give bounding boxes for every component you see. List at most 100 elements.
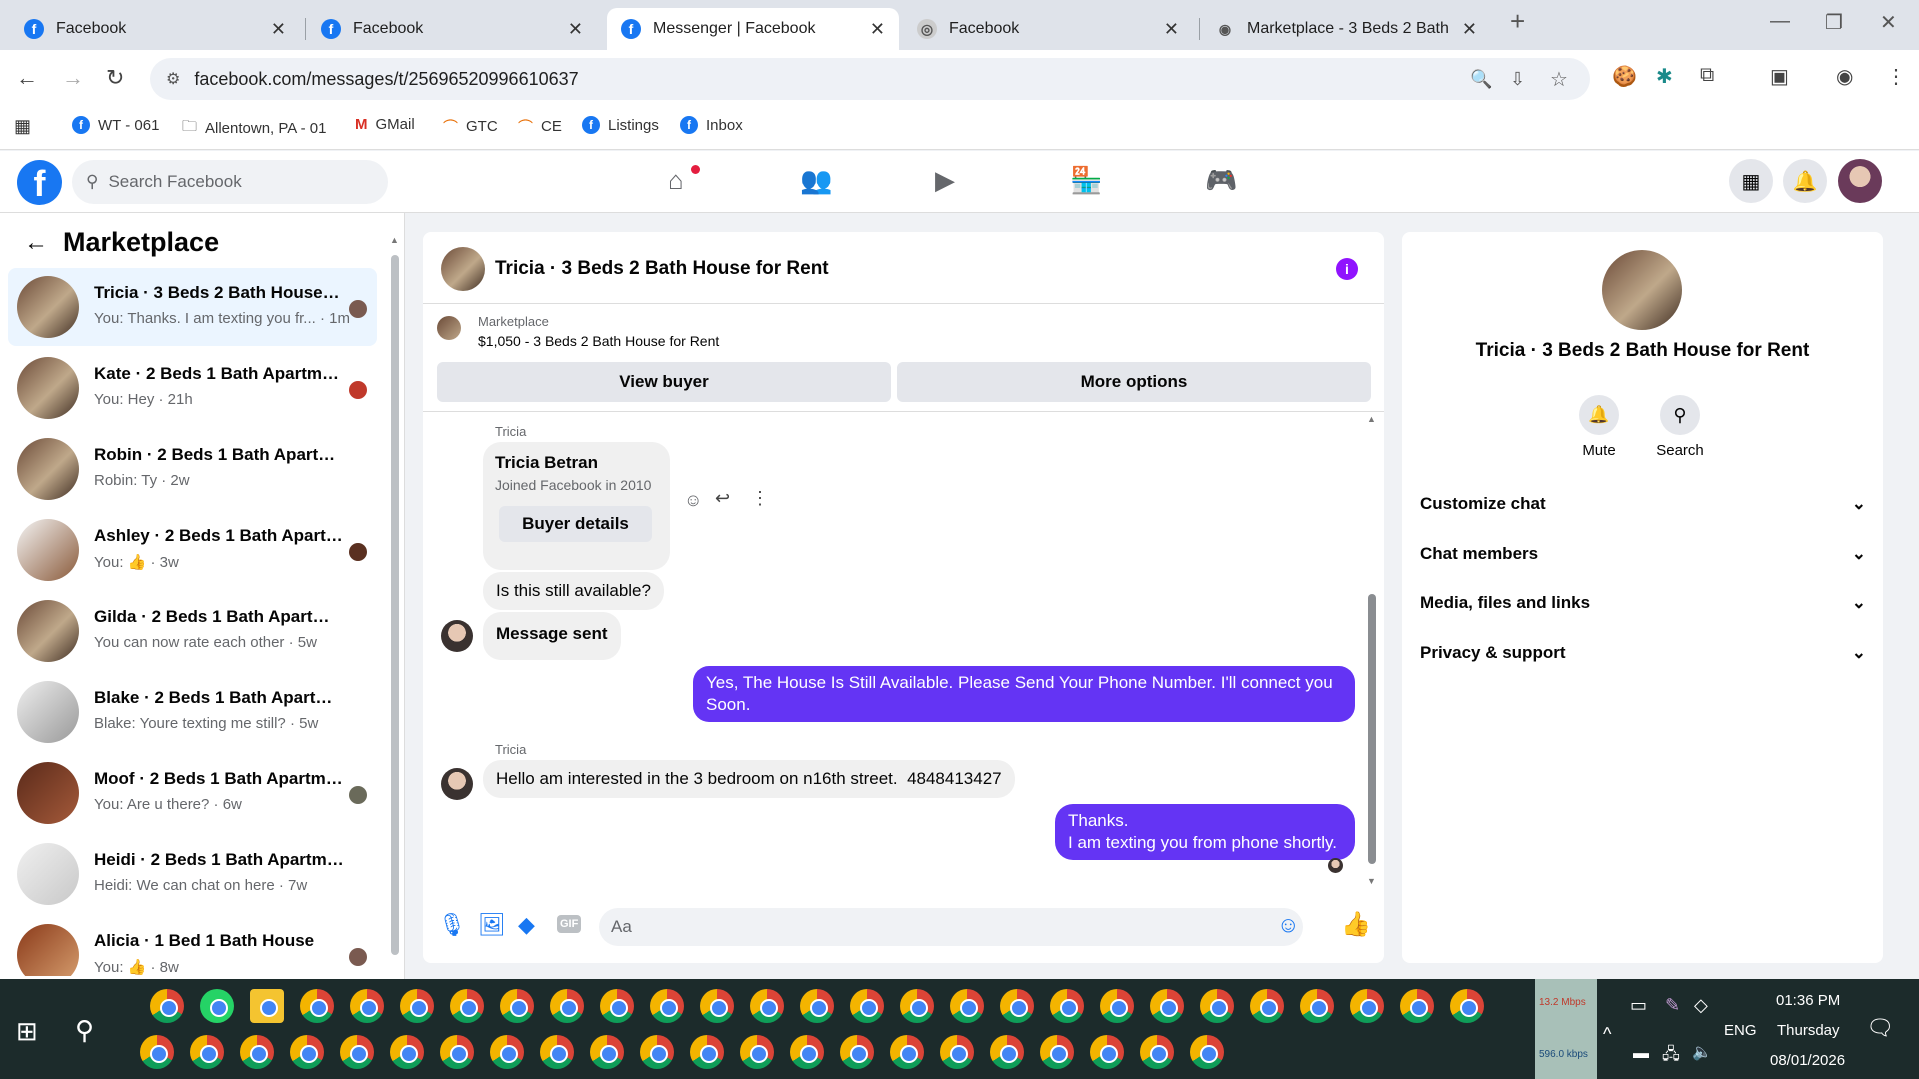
restore-icon[interactable]: ❐	[1825, 10, 1843, 35]
chrome-profile-app-icon[interactable]	[1090, 1035, 1124, 1069]
conversation-item[interactable]: Robin · 2 Beds 1 Bath Apartmen... Robin:…	[8, 430, 377, 508]
clock-day[interactable]: Thursday	[1777, 1022, 1840, 1039]
chat-title[interactable]: Tricia · 3 Beds 2 Bath House for Rent	[495, 258, 829, 280]
conversation-item[interactable]: Tricia · 3 Beds 2 Bath House f... You: T…	[8, 268, 377, 346]
dropbox-icon[interactable]: ◇	[1694, 995, 1708, 1016]
tab-close-icon[interactable]: ✕	[568, 19, 583, 40]
chrome-profile-app-icon[interactable]	[1200, 989, 1234, 1023]
back-arrow-icon[interactable]: ←	[24, 229, 48, 257]
list-scrollbar[interactable]: ▲	[390, 235, 399, 965]
chrome-profile-app-icon[interactable]	[750, 989, 784, 1023]
chrome-profile-app-icon[interactable]	[540, 1035, 574, 1069]
search-conversation-icon[interactable]: ⚲	[1660, 395, 1700, 435]
conversation-item[interactable]: Kate · 2 Beds 1 Bath Apartment You: Hey …	[8, 349, 377, 427]
notifications-bell-icon[interactable]: 🔔	[1783, 159, 1827, 203]
chrome-profile-app-icon[interactable]	[300, 989, 334, 1023]
marketplace-icon[interactable]: 🏪	[1070, 165, 1102, 196]
search-label[interactable]: Search	[1647, 442, 1713, 459]
chrome-profile-app-icon[interactable]	[1140, 1035, 1174, 1069]
conversation-item[interactable]: Heidi · 2 Beds 1 Bath Apartment Heidi: W…	[8, 835, 377, 913]
conversation-item[interactable]: Blake · 2 Beds 1 Bath Apartment... Blake…	[8, 673, 377, 751]
bookmark-item[interactable]: ⌒ GTC	[443, 116, 498, 137]
chrome-profile-app-icon[interactable]	[1190, 1035, 1224, 1069]
browser-tab[interactable]: ◉ Marketplace - 3 Beds 2 Bath Ho ✕	[1201, 8, 1491, 50]
chrome-profile-app-icon[interactable]	[900, 989, 934, 1023]
url-text[interactable]: facebook.com/messages/t/2569652099661063…	[194, 69, 578, 90]
chrome-profile-app-icon[interactable]	[700, 989, 734, 1023]
home-icon[interactable]: ⌂	[668, 165, 684, 196]
chrome-profile-app-icon[interactable]	[490, 1035, 524, 1069]
listing-avatar[interactable]	[441, 247, 485, 291]
friends-icon[interactable]: 👥	[800, 165, 832, 196]
battery-icon[interactable]: ▬	[1633, 1045, 1649, 1063]
chrome-profile-app-icon[interactable]	[1050, 989, 1084, 1023]
install-app-icon[interactable]: ⇩	[1510, 69, 1525, 90]
chrome-profile-app-icon[interactable]	[800, 989, 834, 1023]
chrome-profile-app-icon[interactable]	[690, 1035, 724, 1069]
bookmark-item[interactable]: ⌒ CE	[518, 116, 562, 137]
chrome-profile-app-icon[interactable]	[140, 1035, 174, 1069]
show-hidden-icons-chevron-icon[interactable]: ^	[1603, 1024, 1611, 1045]
attach-photo-icon[interactable]: 🖼	[478, 912, 506, 938]
whatsapp-app-icon[interactable]	[200, 989, 234, 1023]
clock-date[interactable]: 08/01/2026	[1770, 1052, 1845, 1069]
chrome-profile-app-icon[interactable]	[440, 1035, 474, 1069]
profile-avatar[interactable]	[1838, 159, 1882, 203]
chrome-profile-app-icon[interactable]	[890, 1035, 924, 1069]
browser-tab[interactable]: f Facebook ✕	[10, 8, 300, 50]
gif-icon[interactable]: GIF	[557, 915, 582, 933]
browser-tab[interactable]: f Facebook ✕	[307, 8, 597, 50]
apps-grid-icon[interactable]: ▦	[14, 116, 31, 137]
message-input[interactable]: Aa ☺	[599, 908, 1303, 946]
customize-chat-row[interactable]: Customize chat ⌄	[1420, 484, 1866, 524]
chrome-profile-app-icon[interactable]	[840, 1035, 874, 1069]
search-facebook-input[interactable]: ⚲ Search Facebook	[72, 160, 388, 204]
chrome-profile-app-icon[interactable]	[190, 1035, 224, 1069]
site-info-icon[interactable]: ⚙	[166, 69, 180, 89]
pen-icon[interactable]: ✎	[1665, 995, 1680, 1016]
chrome-profile-app-icon[interactable]	[1150, 989, 1184, 1023]
chrome-profile-app-icon[interactable]	[400, 989, 434, 1023]
emoji-icon[interactable]: ☺	[1277, 912, 1299, 938]
chrome-profile-app-icon[interactable]	[350, 989, 384, 1023]
browser-tab[interactable]: ◎ Facebook ✕	[903, 8, 1193, 50]
tab-search-icon[interactable]: ▣	[1770, 64, 1789, 89]
chrome-profile-app-icon[interactable]	[640, 1035, 674, 1069]
listing-price[interactable]: $1,050 - 3 Beds 2 Bath House for Rent	[478, 333, 719, 349]
reply-icon[interactable]: ↩	[715, 488, 730, 509]
files-app-icon[interactable]	[250, 989, 284, 1023]
forward-icon[interactable]: →	[62, 65, 84, 91]
bookmark-star-icon[interactable]: ☆	[1550, 67, 1568, 92]
display-icon[interactable]: ▭	[1630, 995, 1647, 1016]
new-tab-button[interactable]: +	[1510, 6, 1525, 37]
windows-start-icon[interactable]: ⊞	[16, 1016, 38, 1047]
reload-icon[interactable]: ↻	[106, 65, 124, 91]
back-icon[interactable]: ←	[16, 65, 38, 91]
more-options-button[interactable]: More options	[897, 362, 1371, 402]
buyer-details-button[interactable]: Buyer details	[499, 506, 652, 542]
chrome-profile-app-icon[interactable]	[450, 989, 484, 1023]
tab-close-icon[interactable]: ✕	[870, 19, 885, 40]
conversation-item[interactable]: Gilda · 2 Beds 1 Bath Apartment... You c…	[8, 592, 377, 670]
clock-time[interactable]: 01:36 PM	[1776, 992, 1840, 1009]
address-bar[interactable]: ⚙ facebook.com/messages/t/25696520996610…	[150, 58, 1590, 100]
my-message-bubble[interactable]: Thanks. I am texting you from phone shor…	[1055, 804, 1355, 860]
my-message-bubble[interactable]: Yes, The House Is Still Available. Pleas…	[693, 666, 1355, 722]
conversation-item[interactable]: Moof · 2 Beds 1 Bath Apartme... You: Are…	[8, 754, 377, 832]
chrome-profile-app-icon[interactable]	[1300, 989, 1334, 1023]
tab-close-icon[interactable]: ✕	[1462, 19, 1477, 40]
chrome-profile-app-icon[interactable]	[240, 1035, 274, 1069]
conversation-item[interactable]: Ashley · 2 Beds 1 Bath Apartm... You: 👍 …	[8, 511, 377, 589]
browser-tab-active[interactable]: f Messenger | Facebook ✕	[607, 8, 899, 50]
chrome-profile-app-icon[interactable]	[1100, 989, 1134, 1023]
language-indicator[interactable]: ENG	[1724, 1022, 1757, 1039]
mute-bell-icon[interactable]: 🔔	[1579, 395, 1619, 435]
message-bubble[interactable]: Message sent	[483, 612, 621, 660]
mute-label[interactable]: Mute	[1566, 442, 1632, 459]
bookmark-item[interactable]: f Listings	[582, 116, 659, 134]
thread-scrollbar[interactable]: ▲ ▼	[1367, 414, 1377, 890]
chrome-profile-app-icon[interactable]	[590, 1035, 624, 1069]
chrome-profile-app-icon[interactable]	[340, 1035, 374, 1069]
more-actions-icon[interactable]: ⋮	[751, 488, 769, 509]
cookie-extension-icon[interactable]: 🍪	[1612, 64, 1637, 89]
